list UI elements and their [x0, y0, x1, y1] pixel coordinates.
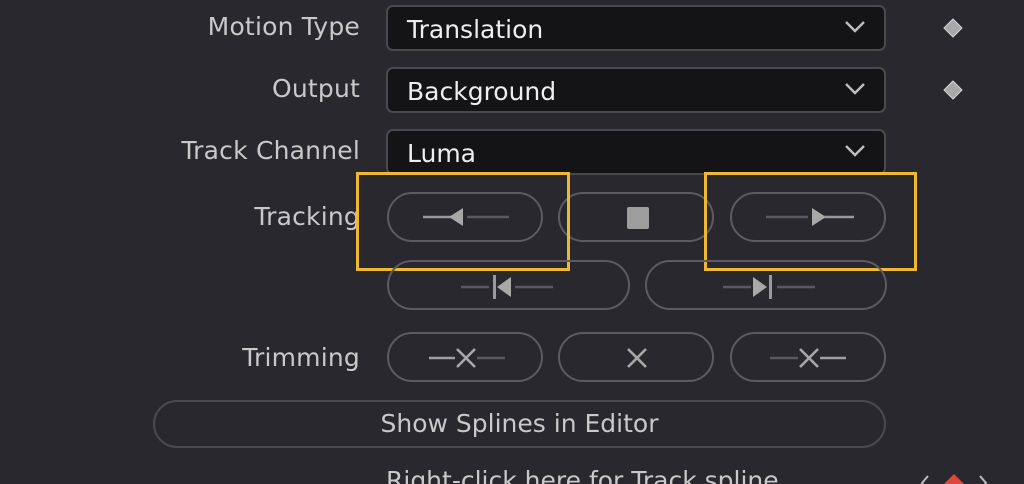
keyframe-diamond-icon[interactable] — [944, 474, 964, 484]
trimming-label: Trimming — [242, 343, 360, 372]
track-channel-dropdown[interactable]: Luma — [386, 129, 886, 175]
trim-after-button[interactable] — [730, 332, 886, 382]
keyframe-diamond-icon[interactable] — [943, 18, 963, 38]
track-spline-hint[interactable]: Right-click here for Track spline — [386, 466, 779, 484]
track-channel-label: Track Channel — [181, 136, 360, 165]
motion-type-value: Translation — [407, 15, 544, 44]
track-forward-from-start-button[interactable] — [645, 260, 887, 310]
close-icon — [627, 348, 647, 368]
track-reverse-from-end-button[interactable] — [387, 260, 630, 310]
chevron-down-icon — [845, 21, 865, 33]
track-forward-from-start-icon — [723, 275, 815, 299]
stop-tracking-button[interactable] — [558, 192, 714, 242]
tracking-label: Tracking — [254, 202, 360, 231]
track-reverse-highlight — [356, 172, 570, 271]
output-label: Output — [271, 74, 360, 103]
motion-type-label: Motion Type — [207, 12, 360, 41]
chevron-right-icon[interactable] — [979, 475, 988, 484]
output-value: Background — [407, 77, 557, 106]
trim-before-button[interactable] — [387, 332, 543, 382]
trim-after-icon — [770, 348, 846, 368]
keyframe-navigation-controls[interactable] — [918, 472, 990, 484]
track-reverse-from-end-icon — [461, 275, 553, 299]
keyframe-diamond-icon[interactable] — [943, 80, 963, 100]
chevron-left-icon[interactable] — [920, 475, 929, 484]
stop-icon — [627, 207, 649, 229]
output-dropdown[interactable]: Background — [386, 67, 886, 113]
track-channel-value: Luma — [407, 139, 477, 168]
show-splines-button[interactable]: Show Splines in Editor — [153, 400, 886, 448]
motion-type-dropdown[interactable]: Translation — [386, 5, 886, 51]
track-forward-highlight — [704, 172, 917, 271]
tracker-inspector-panel: Motion Type Translation Output Backgroun… — [0, 0, 1024, 484]
trim-all-button[interactable] — [558, 332, 714, 382]
chevron-down-icon — [845, 145, 865, 157]
chevron-down-icon — [845, 83, 865, 95]
trim-before-icon — [429, 348, 505, 368]
